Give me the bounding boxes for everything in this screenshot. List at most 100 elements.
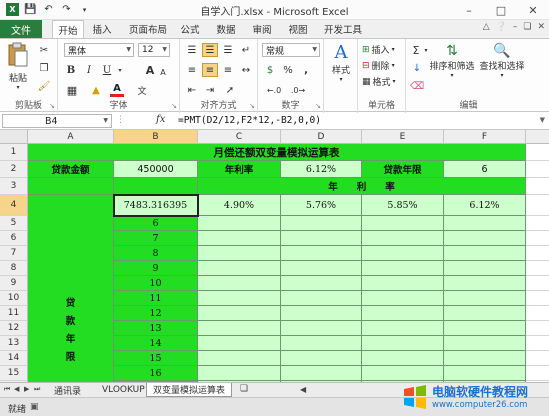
alignment-launcher-icon[interactable]: ↘: [249, 102, 255, 110]
clear-icon[interactable]: ⌫: [410, 79, 424, 93]
result-column-d[interactable]: [281, 216, 362, 382]
result-column-c[interactable]: [198, 216, 281, 382]
styles-button[interactable]: A 样式 ▾: [328, 42, 354, 83]
expand-formula-bar-icon[interactable]: ▼: [540, 116, 545, 124]
find-select-button[interactable]: 🔍 查找和选择 ▾: [478, 43, 526, 79]
rate-label-cell[interactable]: 年利率: [198, 161, 281, 178]
year-cell[interactable]: 6: [114, 216, 198, 231]
select-all-corner[interactable]: [0, 130, 28, 144]
loan-amount-value-cell[interactable]: 450000: [114, 161, 198, 178]
cell-g2[interactable]: [526, 161, 549, 178]
sheet-tab-contacts[interactable]: 通讯录: [48, 383, 87, 397]
tab-review[interactable]: 审阅: [248, 20, 276, 38]
tab-file[interactable]: 文件: [0, 20, 42, 38]
underline-dropdown-icon[interactable]: ▾: [116, 63, 124, 77]
year-cell[interactable]: 12: [114, 306, 198, 321]
delete-cells-button[interactable]: ⊟ 删除 ▾: [362, 59, 395, 73]
font-launcher-icon[interactable]: ↘: [171, 102, 177, 110]
formula-input[interactable]: =PMT(D2/12,F2*12,-B2,0,0): [178, 115, 321, 126]
close-icon[interactable]: ✕: [517, 0, 549, 20]
border-icon[interactable]: ▦: [64, 83, 80, 97]
doc-minimize-icon[interactable]: –: [513, 22, 518, 32]
tab-insert[interactable]: 插入: [88, 20, 116, 38]
row-header-12[interactable]: 12: [0, 321, 28, 336]
row-header-15[interactable]: 15: [0, 366, 28, 381]
grow-font-button[interactable]: A: [144, 63, 156, 77]
macro-record-icon[interactable]: ▣: [30, 402, 39, 412]
decrease-decimal-icon[interactable]: .0→: [288, 83, 308, 97]
name-box[interactable]: B4 ▼: [2, 114, 112, 128]
fill-down-icon[interactable]: ↓: [410, 61, 424, 75]
column-header-c[interactable]: C: [198, 130, 281, 144]
term-label-cell[interactable]: 贷款年限: [362, 161, 444, 178]
align-left-icon[interactable]: ≡: [184, 63, 200, 77]
tab-view[interactable]: 视图: [284, 20, 312, 38]
tab-developer[interactable]: 开发工具: [320, 20, 366, 38]
row-header-11[interactable]: 11: [0, 306, 28, 321]
column-header-a[interactable]: A: [28, 130, 114, 144]
year-cell[interactable]: 10: [114, 276, 198, 291]
row-header-2[interactable]: 2: [0, 161, 28, 178]
insert-cells-button[interactable]: ⊞ 插入 ▾: [362, 43, 395, 57]
sort-filter-button[interactable]: ⇅ 排序和筛选 ▾: [428, 43, 476, 79]
align-middle-icon[interactable]: ☰: [202, 43, 218, 57]
year-cell[interactable]: 13: [114, 321, 198, 336]
row-header-7[interactable]: 7: [0, 246, 28, 261]
year-cell[interactable]: 11: [114, 291, 198, 306]
result-column-e[interactable]: [362, 216, 444, 382]
increase-indent-icon[interactable]: ⇥: [202, 83, 218, 97]
insert-sheet-icon[interactable]: ❏: [240, 384, 248, 394]
row-header-13[interactable]: 13: [0, 336, 28, 351]
rate-header-cell[interactable]: 年 利 率: [198, 178, 526, 195]
column-header-b[interactable]: B: [114, 130, 198, 144]
underline-button[interactable]: U: [100, 63, 114, 77]
row-header-14[interactable]: 14: [0, 351, 28, 366]
row-header-8[interactable]: 8: [0, 261, 28, 276]
result-column-f[interactable]: [444, 216, 526, 382]
cell-b3[interactable]: [114, 178, 198, 195]
doc-close-icon[interactable]: ✕: [537, 22, 545, 32]
row-header-6[interactable]: 6: [0, 231, 28, 246]
paste-button[interactable]: 粘贴 ▾: [6, 42, 30, 91]
term-value-cell[interactable]: 6: [444, 161, 526, 178]
align-center-icon[interactable]: ≡: [202, 63, 218, 77]
rate-cell-f4[interactable]: 6.12%: [444, 195, 526, 216]
insert-function-button[interactable]: fx: [156, 114, 165, 125]
year-cell[interactable]: 8: [114, 246, 198, 261]
align-right-icon[interactable]: ≡: [220, 63, 236, 77]
merge-center-icon[interactable]: ↔: [238, 63, 254, 77]
term-vertical-label-cell[interactable]: 贷 款 年 限: [28, 195, 114, 382]
cell-g1[interactable]: [526, 144, 549, 161]
orientation-icon[interactable]: ➚: [222, 83, 238, 97]
cut-icon[interactable]: ✂: [36, 43, 52, 57]
year-cell[interactable]: 15: [114, 351, 198, 366]
format-painter-icon[interactable]: 🖌: [36, 79, 52, 93]
tab-formulas[interactable]: 公式: [176, 20, 204, 38]
comma-button[interactable]: ,: [298, 63, 314, 77]
maximize-icon[interactable]: □: [485, 0, 517, 20]
column-header-d[interactable]: D: [281, 130, 362, 144]
cell-g3[interactable]: [526, 178, 549, 195]
align-bottom-icon[interactable]: ☰: [220, 43, 236, 57]
row-header-1[interactable]: 1: [0, 144, 28, 161]
sheet-tab-data-table[interactable]: 双变量模拟运算表: [146, 383, 233, 397]
number-format-combo[interactable]: 常规 ▼: [262, 43, 320, 57]
column-header-f[interactable]: F: [444, 130, 526, 144]
paste-dropdown-icon[interactable]: ▾: [6, 84, 30, 91]
doc-restore-icon[interactable]: ❏: [523, 22, 531, 32]
table-title-cell[interactable]: 月偿还额双变量模拟运算表: [28, 144, 526, 161]
fill-color-icon[interactable]: ▲: [88, 83, 104, 97]
copy-icon[interactable]: ❐: [36, 61, 52, 75]
help-icon[interactable]: ❔: [496, 22, 507, 32]
row-header-3[interactable]: 3: [0, 178, 28, 195]
first-sheet-icon[interactable]: ⏮: [4, 385, 10, 394]
align-top-icon[interactable]: ☰: [184, 43, 200, 57]
year-cell[interactable]: 14: [114, 336, 198, 351]
font-name-combo[interactable]: 黑体 ▼: [64, 43, 134, 57]
font-color-button[interactable]: A: [110, 83, 124, 97]
shrink-font-button[interactable]: A: [158, 65, 168, 79]
decrease-indent-icon[interactable]: ⇤: [184, 83, 200, 97]
last-sheet-icon[interactable]: ⏭: [34, 385, 40, 394]
italic-button[interactable]: I: [82, 63, 96, 77]
rate-value-cell[interactable]: 6.12%: [281, 161, 362, 178]
